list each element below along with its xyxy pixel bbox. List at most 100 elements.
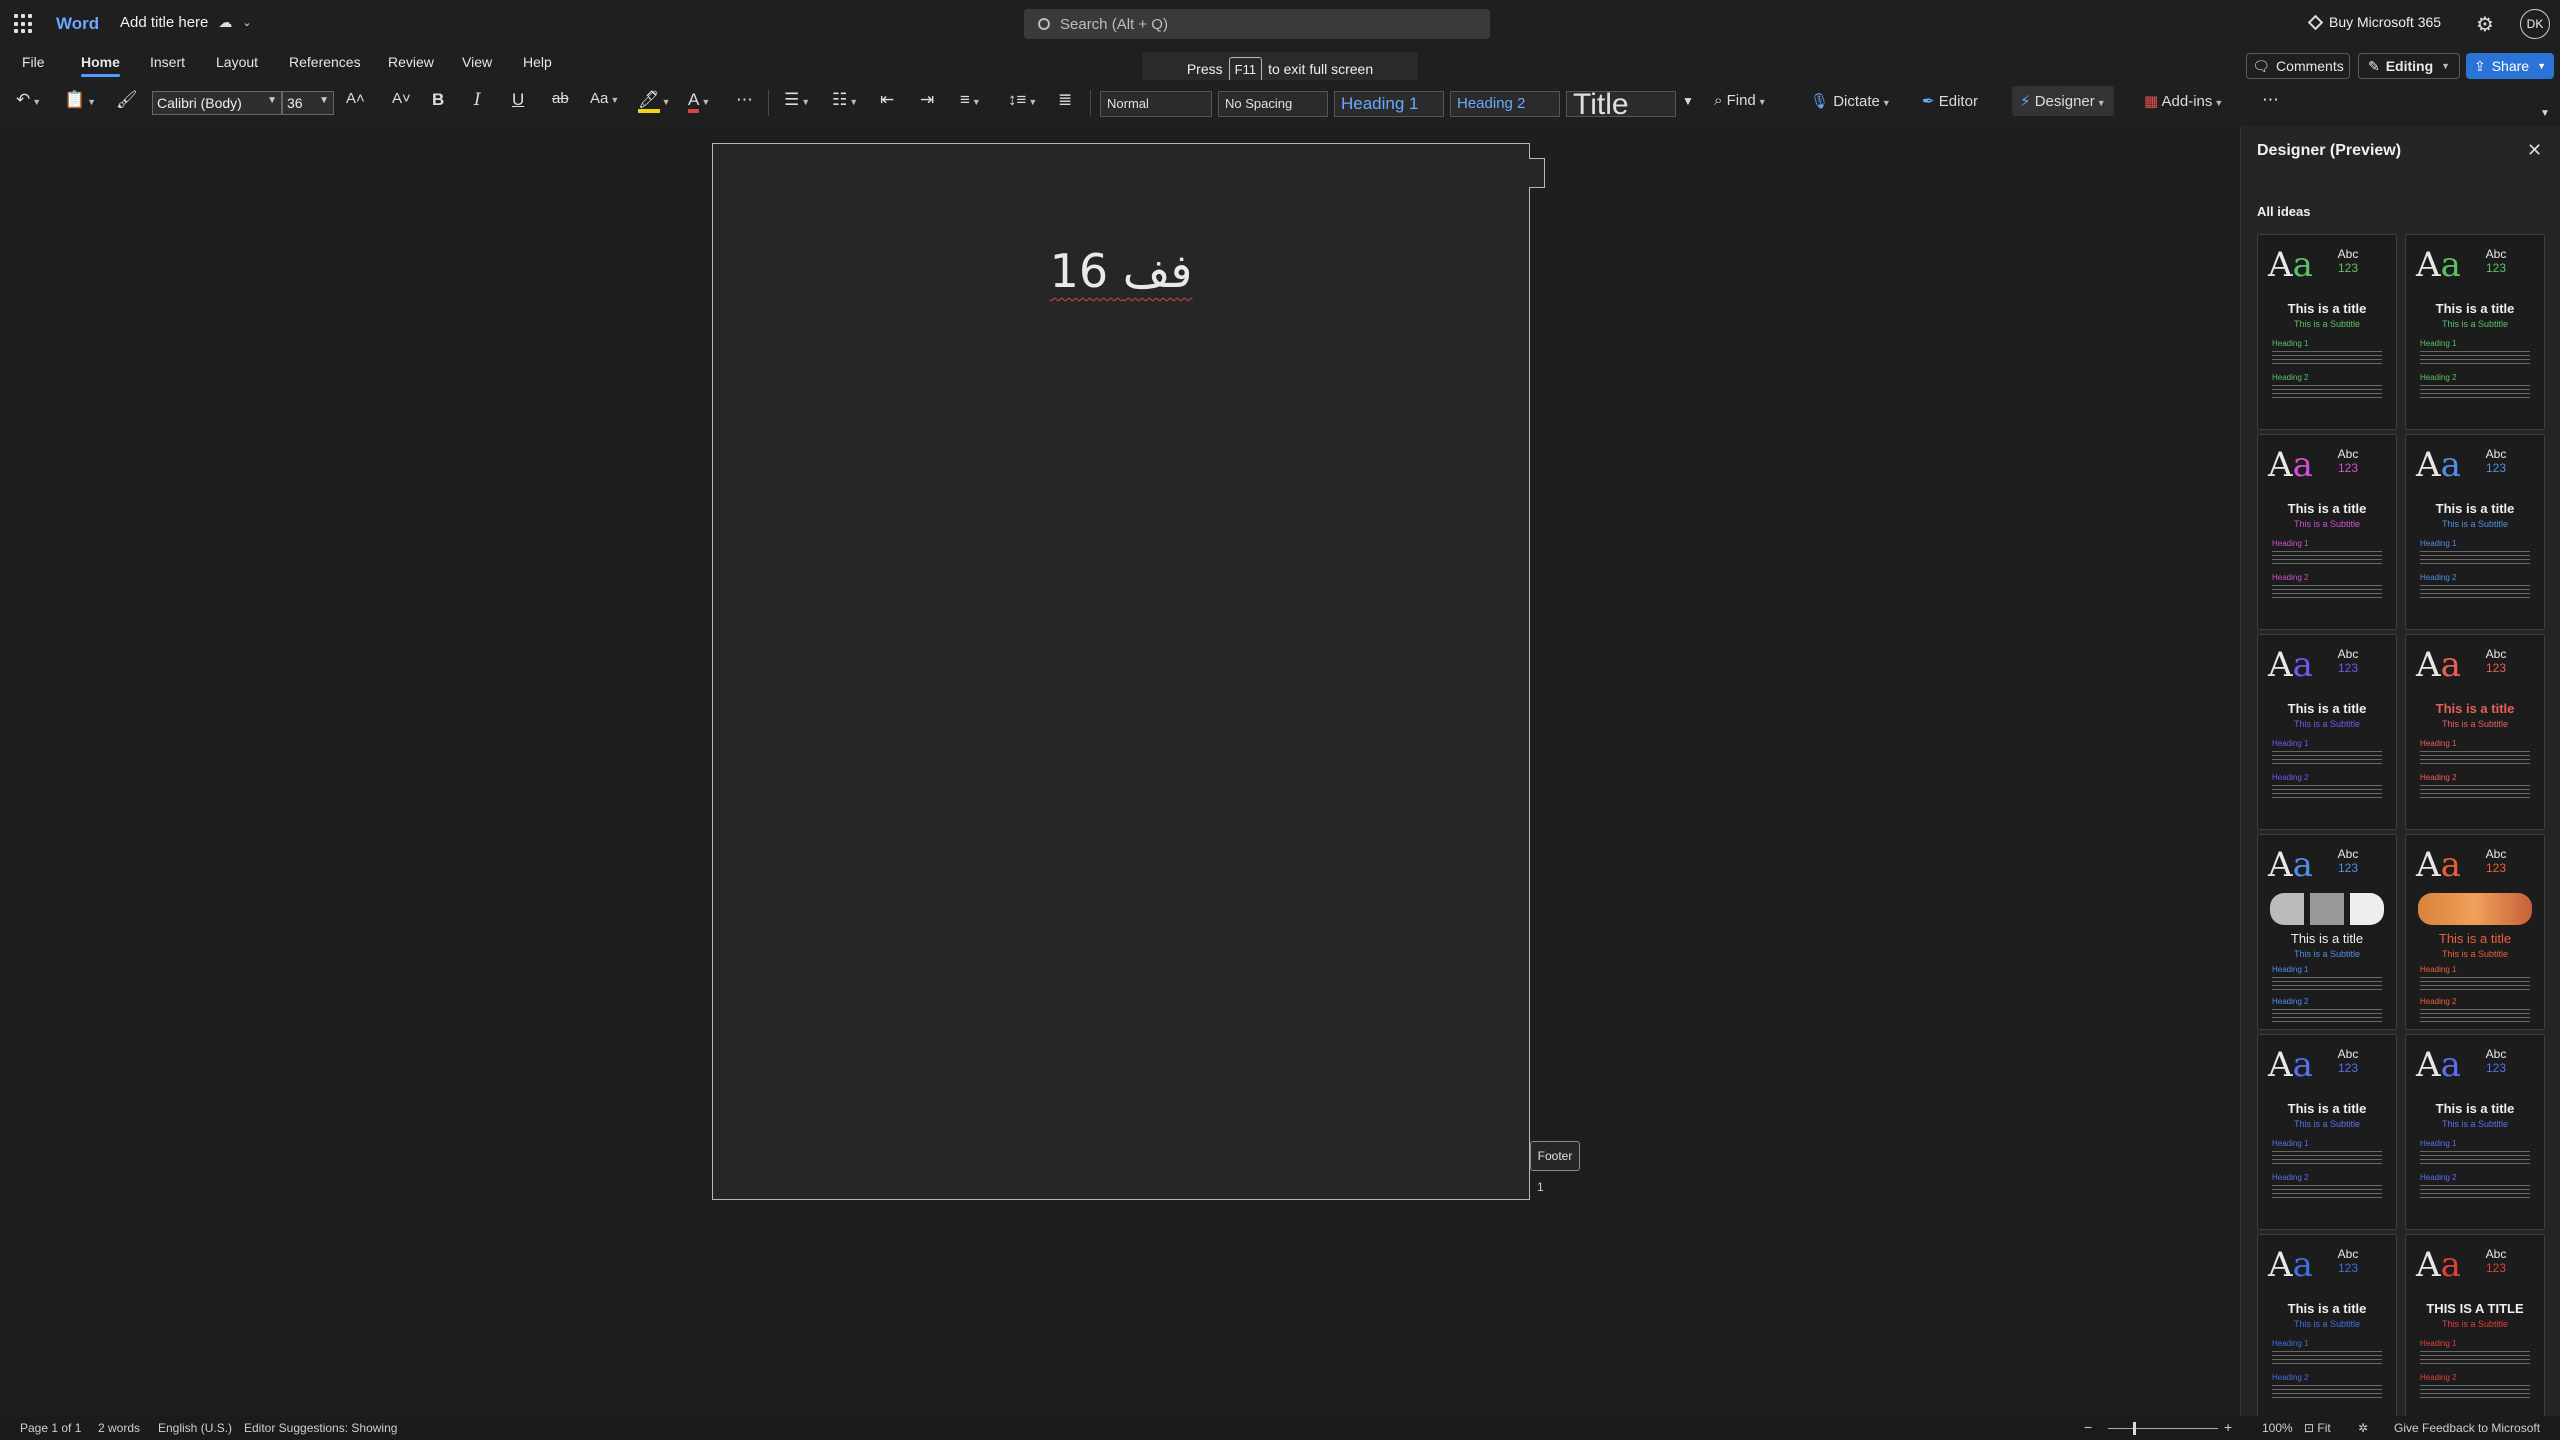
focus-icon[interactable]: ✲ — [2358, 1421, 2368, 1435]
font-sample-aa: Aa — [2416, 1045, 2461, 1085]
change-case-icon[interactable]: Aa ▼ — [590, 90, 619, 107]
increase-indent-icon[interactable]: ⇥ — [920, 90, 934, 110]
decrease-indent-icon[interactable]: ⇤ — [880, 90, 894, 110]
word-count[interactable]: 2 words — [98, 1421, 140, 1435]
font-sample-aa: Aa — [2268, 645, 2313, 685]
language[interactable]: English (U.S.) — [158, 1421, 232, 1435]
styles-expand-icon[interactable]: ▼ — [1682, 94, 1694, 108]
share-icon: ⇪ — [2473, 57, 2486, 74]
underline-icon[interactable]: U — [512, 90, 524, 110]
font-sample-abc: Abc 123 — [2485, 847, 2507, 875]
design-idea-card[interactable]: Aa Abc 123 This is a title This is a Subtitl… — [2257, 1034, 2397, 1230]
zoom-slider-track[interactable] — [2108, 1428, 2218, 1429]
comments-label: Comments — [2276, 58, 2344, 74]
fit-button[interactable]: ⊡ Fit — [2304, 1421, 2331, 1435]
font-sample-aa: Aa — [2268, 1245, 2313, 1285]
design-idea-card[interactable]: Aa Abc 123 This is a title This is a Subtitl… — [2257, 1234, 2397, 1430]
addins-button[interactable]: ▦ Add-ins ▼ — [2144, 92, 2223, 110]
font-color-icon[interactable]: A ▼ — [688, 90, 710, 113]
tab-layout[interactable]: Layout — [216, 54, 258, 70]
idea-title: This is a title — [2435, 701, 2515, 716]
editing-mode-button[interactable]: ✎ Editing ▼ — [2358, 53, 2460, 79]
style-heading-1[interactable]: Heading 1 — [1334, 91, 1444, 117]
font-sample-abc: Abc 123 — [2485, 447, 2507, 475]
design-idea-card[interactable]: Aa Abc 123 This is a title This is a Subtitl… — [2257, 834, 2397, 1030]
toast-suffix: to exit full screen — [1268, 61, 1374, 77]
tab-help[interactable]: Help — [523, 54, 552, 70]
zoom-slider-thumb[interactable] — [2133, 1422, 2136, 1435]
tab-review[interactable]: Review — [388, 54, 434, 70]
design-idea-card[interactable]: Aa Abc 123 This is a title This is a Subtitl… — [2257, 634, 2397, 830]
align-icon[interactable]: ≡ ▼ — [960, 90, 981, 110]
idea-subtitle: This is a Subtitle — [2441, 949, 2509, 959]
comments-button[interactable]: 🗨 Comments — [2246, 53, 2350, 79]
style-no-spacing[interactable]: No Spacing — [1218, 91, 1328, 117]
italic-icon[interactable]: I — [474, 90, 481, 110]
document-page[interactable]: 16 فف — [712, 143, 1530, 1200]
design-idea-card[interactable]: Aa Abc 123 This is a title This is a Subtitl… — [2405, 634, 2545, 830]
idea-heading-sample: Heading 1 — [2272, 739, 2309, 748]
design-idea-card[interactable]: Aa Abc 123 This is a title This is a Subtitl… — [2405, 1034, 2545, 1230]
app-launcher-icon[interactable] — [14, 14, 34, 34]
app-name[interactable]: Word — [56, 14, 99, 34]
tab-references[interactable]: References — [289, 54, 361, 70]
avatar[interactable]: DK — [2520, 9, 2550, 39]
idea-heading-sample: Heading 1 — [2420, 539, 2457, 548]
document-heading[interactable]: 16 فف — [713, 244, 1529, 298]
shrink-font-icon[interactable]: A˅ — [392, 90, 411, 107]
find-button[interactable]: ⌕ Find ▼ — [1714, 92, 1767, 109]
style-title[interactable]: Title — [1566, 91, 1676, 117]
clipboard-icon[interactable]: 📋 ▼ — [64, 90, 96, 110]
idea-heading-sample: Heading 1 — [2420, 339, 2457, 348]
idea-heading-sample: Heading 2 — [2420, 1173, 2457, 1182]
design-idea-card[interactable]: Aa Abc 123 This is a title This is a Subtitl… — [2405, 434, 2545, 630]
share-button[interactable]: ⇪ Share ▼ — [2466, 53, 2554, 79]
line-spacing-icon[interactable]: ↕≡ ▼ — [1008, 90, 1037, 110]
font-size-dropdown[interactable]: 36 ▼ — [282, 91, 334, 115]
zoom-level[interactable]: 100% — [2262, 1421, 2293, 1435]
search-box[interactable]: Search (Alt + Q) — [1024, 9, 1490, 39]
idea-title: This is a title — [2287, 501, 2367, 516]
zoom-in-icon[interactable]: + — [2224, 1419, 2232, 1435]
page-count[interactable]: Page 1 of 1 — [20, 1421, 81, 1435]
bold-icon[interactable]: B — [432, 90, 444, 110]
close-icon[interactable]: ✕ — [2527, 140, 2542, 161]
settings-gear-icon[interactable]: ⚙ — [2476, 12, 2494, 37]
tab-view[interactable]: View — [462, 54, 492, 70]
editor-suggestions[interactable]: Editor Suggestions: Showing — [244, 1421, 397, 1435]
font-name-dropdown[interactable]: Calibri (Body) ▼ — [152, 91, 282, 115]
tab-file[interactable]: File — [22, 54, 45, 70]
tab-home[interactable]: Home — [81, 54, 120, 77]
document-title[interactable]: Add title here ☁ ⌄ — [120, 14, 252, 31]
buy-microsoft-365-link[interactable]: Buy Microsoft 365 — [2307, 14, 2441, 30]
style-normal[interactable]: Normal — [1100, 91, 1212, 117]
bullets-icon[interactable]: ☰ ▼ — [784, 90, 810, 110]
more-font-options-icon[interactable]: ⋯ — [736, 90, 753, 110]
numbering-icon[interactable]: ☷ ▼ — [832, 90, 858, 110]
editor-button[interactable]: ✒ Editor — [1922, 92, 1978, 110]
design-idea-card[interactable]: Aa Abc 123 This is a title This is a Subtitl… — [2405, 834, 2545, 1030]
designer-button[interactable]: ⚡ Designer ▼ — [2012, 86, 2114, 116]
strikethrough-icon[interactable]: ab — [552, 90, 569, 107]
idea-subtitle: This is a Subtitle — [2441, 519, 2509, 529]
undo-icon[interactable]: ↶ ▼ — [16, 90, 41, 110]
design-idea-card[interactable]: Aa Abc 123 THIS IS A TITLE This is a Subtitl… — [2405, 1234, 2545, 1430]
footer-tag[interactable]: Footer — [1530, 1141, 1580, 1171]
grow-font-icon[interactable]: A˄ — [346, 90, 365, 107]
tab-insert[interactable]: Insert — [150, 54, 185, 70]
paragraph-options-icon[interactable]: ≣ — [1058, 90, 1072, 110]
highlight-color-icon[interactable]: 🖊 ▼ — [638, 90, 671, 113]
more-options-icon[interactable]: ⋯ — [2262, 90, 2279, 110]
cloud-sync-icon: ☁ — [218, 14, 233, 30]
design-idea-card[interactable]: Aa Abc 123 This is a title This is a Subtitl… — [2405, 234, 2545, 430]
idea-title: This is a title — [2287, 1101, 2367, 1116]
dictate-button[interactable]: 🎙 Dictate ▼ — [1810, 92, 1891, 110]
format-painter-icon[interactable]: 🖌 — [116, 90, 138, 110]
zoom-out-icon[interactable]: − — [2084, 1419, 2092, 1435]
feedback-link[interactable]: Give Feedback to Microsoft — [2394, 1421, 2540, 1435]
design-idea-card[interactable]: Aa Abc 123 This is a title This is a Subtitl… — [2257, 434, 2397, 630]
design-idea-card[interactable]: Aa Abc 123 This is a title This is a Subtitl… — [2257, 234, 2397, 430]
ribbon-collapse-icon[interactable]: ▼ — [2540, 108, 2550, 119]
style-heading-2[interactable]: Heading 2 — [1450, 91, 1560, 117]
font-sample-abc: Abc 123 — [2337, 847, 2359, 875]
